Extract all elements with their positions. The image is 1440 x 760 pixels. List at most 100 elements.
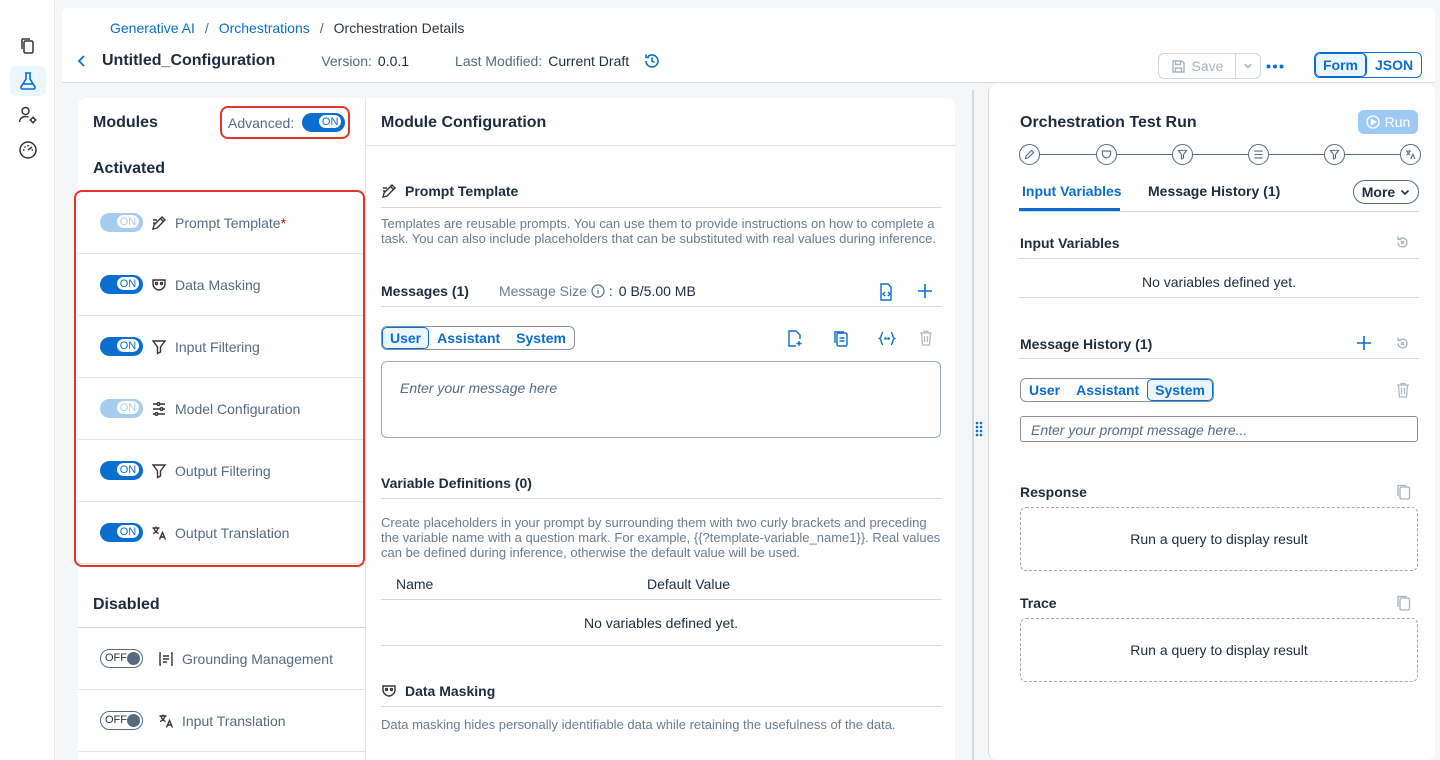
history-button[interactable] [643,52,661,70]
json-view-button[interactable]: JSON [1367,53,1421,77]
page-title: Untitled_Configuration [102,52,276,69]
role-assistant[interactable]: Assistant [429,327,508,349]
copy-message-button[interactable] [833,330,849,347]
gauge-icon [19,141,37,159]
version-label: Version: [321,53,372,69]
chevron-down-icon [1401,189,1410,195]
breadcrumb: Generative AI / Orchestrations / Orchest… [110,20,464,36]
tab-input-variables[interactable]: Input Variables [1022,183,1122,199]
delete-history-message-button[interactable] [1396,382,1410,398]
chevron-left-icon [77,55,85,67]
role-system[interactable]: System [508,327,574,349]
copy-trace-button[interactable] [1396,595,1411,611]
message-size-label: Message Size [498,283,587,299]
save-options-button[interactable] [1235,53,1261,79]
form-view-button[interactable]: Form [1315,53,1367,77]
rail-lab-button[interactable] [10,66,46,96]
import-template-button[interactable] [878,283,894,301]
left-navigation-rail [0,0,55,760]
module-name: Grounding Management [182,650,333,667]
step-output-translation[interactable] [1400,144,1421,165]
response-empty-text: Run a query to display result [1130,531,1308,547]
reset-icon [1397,236,1408,248]
curly-braces-icon [878,331,896,346]
module-grounding-management[interactable]: OFF Grounding Management [78,628,365,690]
variable-definitions-description: Create placeholders in your prompt by su… [381,515,941,560]
role-assistant[interactable]: Assistant [1068,379,1147,401]
overflow-icon [1266,64,1284,68]
more-label: More [1361,184,1396,200]
toggle-state: OFF [103,651,129,666]
copy-icon [1397,595,1411,611]
module-name: Input Translation [182,712,286,729]
activated-modules-highlight-box [74,190,365,567]
messages-header: Messages (1) Message Size : 0 B/5.00 MB [381,283,696,299]
info-icon[interactable] [591,284,605,298]
copy-icon [834,331,848,347]
step-prompt-template[interactable] [1019,144,1040,165]
trace-output: Run a query to display result [1020,618,1418,682]
reset-history-button[interactable] [1395,336,1410,351]
divider [381,706,941,707]
module-toggle[interactable]: OFF [100,711,143,730]
insert-variable-button[interactable] [878,331,896,346]
save-button[interactable]: Save [1158,53,1236,79]
role-user[interactable]: User [1021,379,1068,401]
plus-icon [1357,336,1371,350]
last-modified-value: Current Draft [548,53,630,69]
more-actions-button[interactable] [1262,54,1288,78]
rail-dashboard-button[interactable] [10,135,46,165]
message-input[interactable]: Enter your message here [381,361,941,438]
step-input-filtering[interactable] [1172,144,1193,165]
breadcrumb-orchestrations[interactable]: Orchestrations [219,20,310,36]
rail-copy-button[interactable] [10,31,46,61]
breadcrumb-generative-ai[interactable]: Generative AI [110,20,195,36]
module-toggle[interactable]: OFF [100,649,143,668]
back-button[interactable] [76,54,88,68]
tab-message-history[interactable]: Message History (1) [1148,183,1280,199]
prompt-message-input[interactable]: Enter your prompt message here... [1020,416,1418,442]
filter-icon [1177,149,1188,160]
run-label: Run [1384,114,1411,130]
step-output-filtering[interactable] [1324,144,1345,165]
divider [381,599,941,600]
delete-message-button[interactable] [919,330,933,346]
last-modified-label: Last Modified: [455,53,543,69]
copy-response-button[interactable] [1396,484,1411,500]
document-code-icon [880,283,892,301]
divider [381,306,941,307]
test-run-panel: Orchestration Test Run Run Input Variabl… [988,84,1435,760]
add-message-button[interactable] [917,283,933,299]
save-label: Save [1191,58,1224,74]
rail-user-settings-button[interactable] [10,100,46,130]
tab-more-button[interactable]: More [1353,180,1419,204]
module-configuration-panel: Module Configuration Prompt Template Tem… [365,98,956,760]
message-size-colon: : [608,283,613,299]
role-system[interactable]: System [1147,379,1213,401]
prompt-template-header: Prompt Template [381,183,518,199]
modules-title: Modules [93,114,158,131]
trash-icon [920,330,932,346]
message-role-selector: User Assistant System [381,326,575,350]
reset-input-variables-button[interactable] [1395,235,1410,250]
response-title: Response [1020,484,1087,500]
config-title: Module Configuration [381,114,547,131]
version-value: 0.0.1 [377,53,410,69]
role-user[interactable]: User [382,327,430,349]
divider [1019,211,1419,212]
trace-title: Trace [1020,595,1057,611]
add-history-message-button[interactable] [1356,335,1372,351]
module-input-translation[interactable]: OFF Input Translation [78,690,365,752]
prompt-edit-icon [1024,149,1035,160]
step-connector [1039,154,1401,155]
run-button[interactable]: Run [1358,110,1418,134]
module-step-indicator [1019,144,1421,166]
divider [381,207,941,208]
history-role-selector: User Assistant System [1020,378,1214,402]
step-data-masking[interactable] [1096,144,1117,165]
insert-below-button[interactable] [787,330,803,347]
step-model-configuration[interactable] [1248,144,1269,165]
trash-icon [1397,382,1409,398]
data-masking-header: Data Masking [381,683,495,699]
splitter-handle[interactable] [975,421,983,437]
